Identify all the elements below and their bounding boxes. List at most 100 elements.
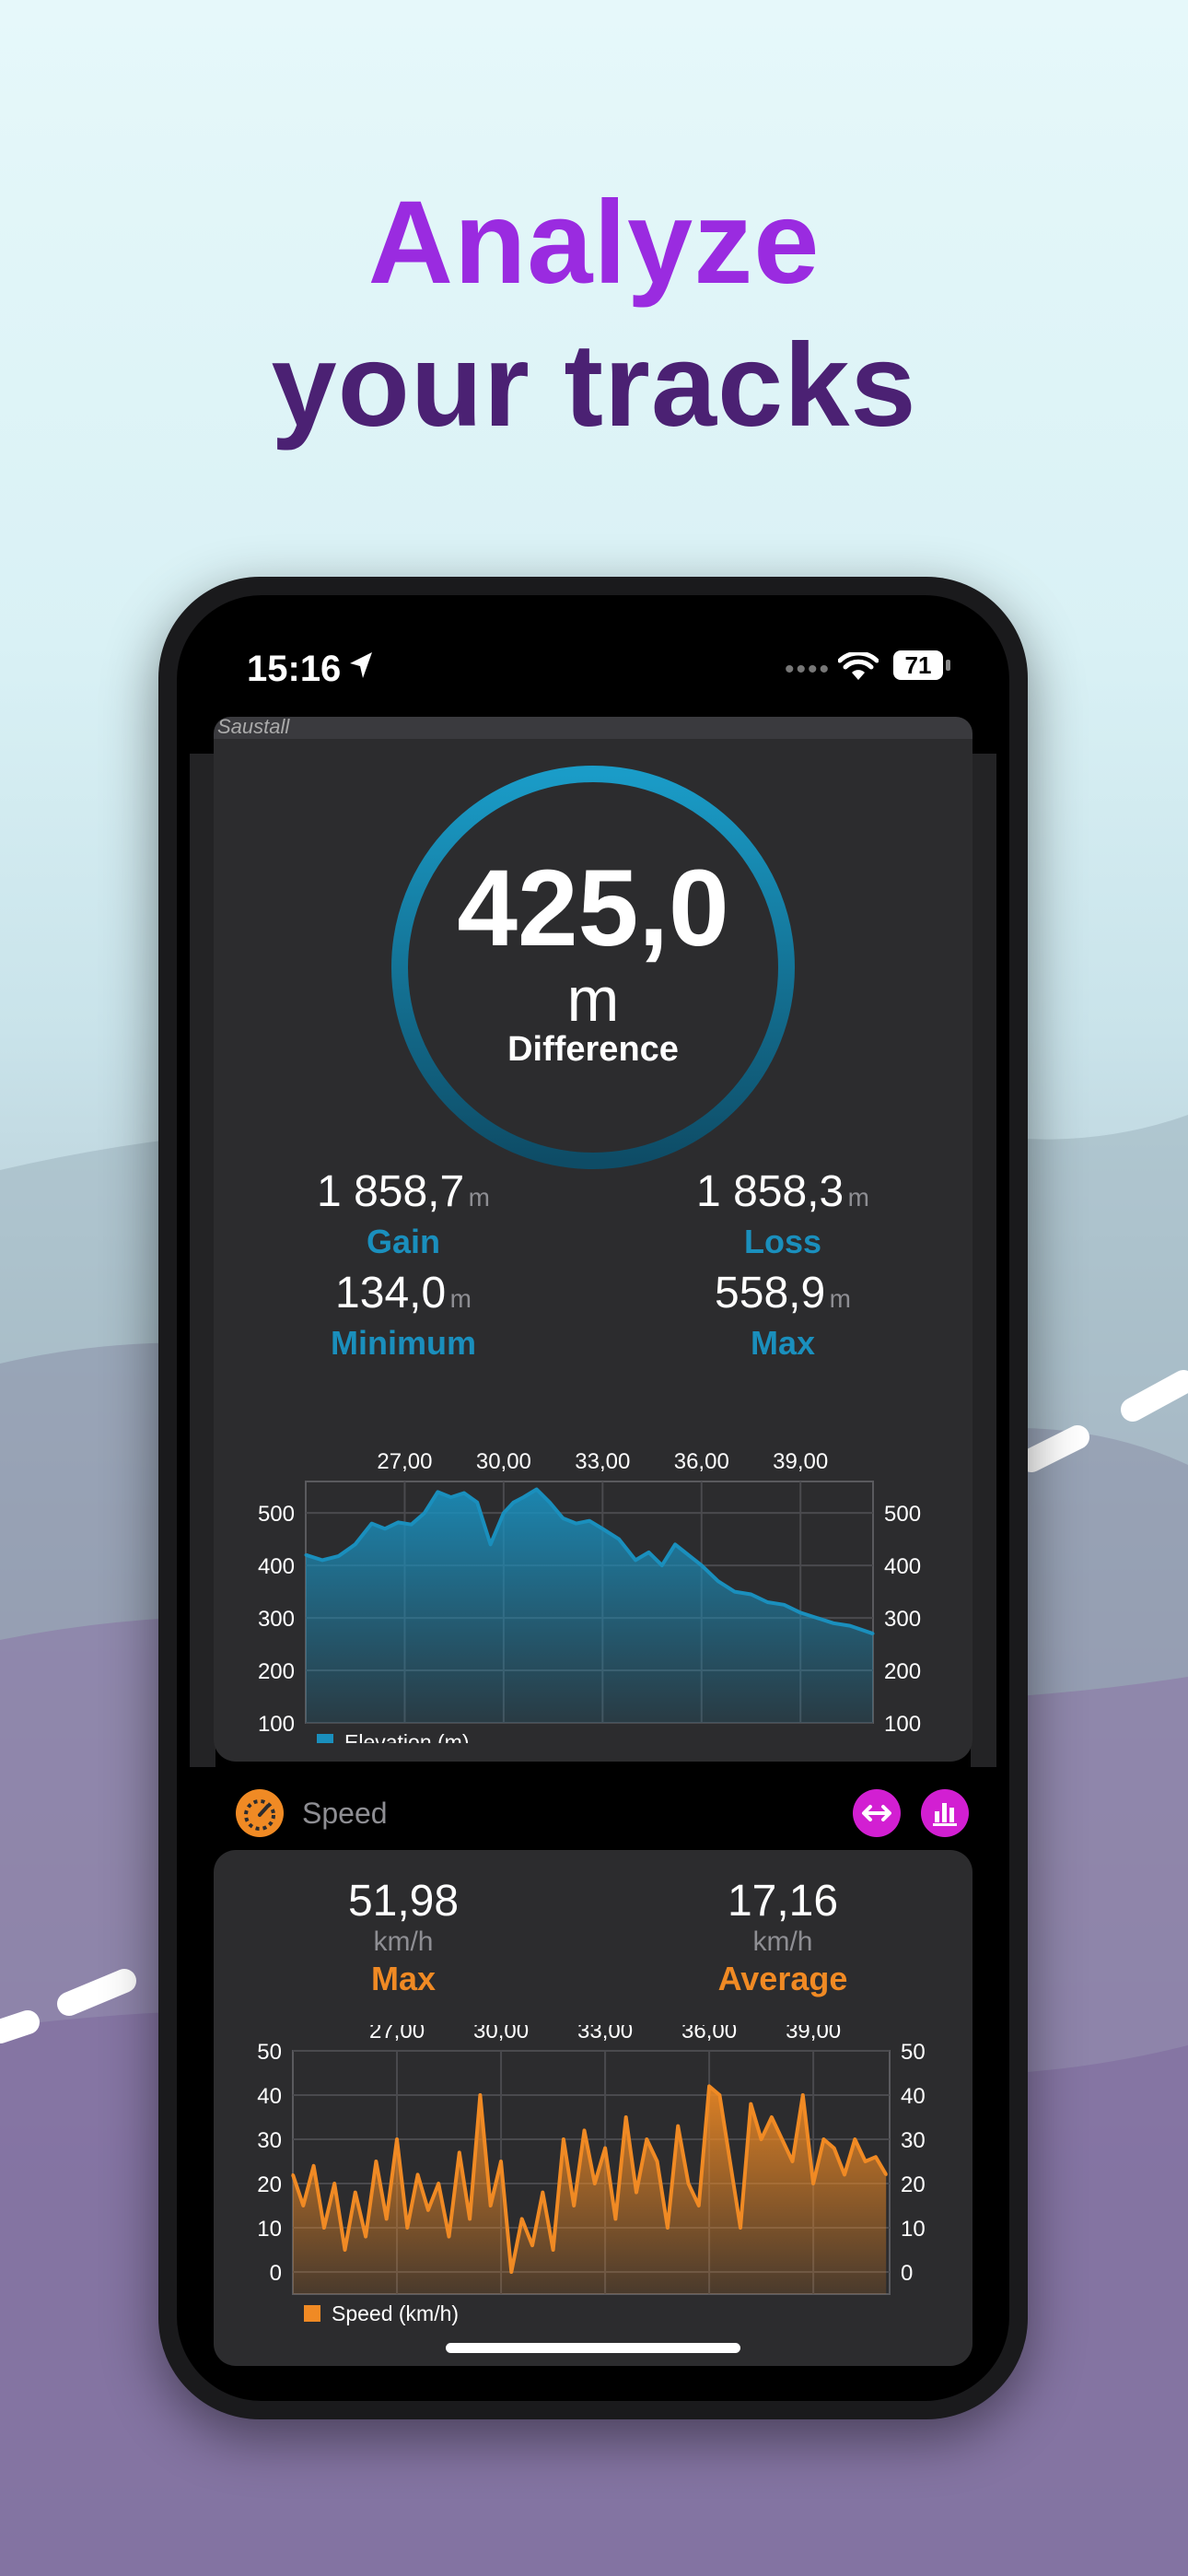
y-tick-label-left: 30 (257, 2128, 282, 2153)
data-point (853, 2137, 856, 2141)
data-point (301, 2204, 305, 2207)
data-point (821, 2137, 825, 2141)
data-point (395, 2137, 399, 2141)
loss-value: 1 858,3 (696, 1167, 844, 1216)
data-point (396, 1520, 400, 1524)
data-point (697, 2204, 701, 2207)
y-tick-label-left: 400 (258, 1554, 295, 1579)
data-point (291, 2172, 295, 2176)
data-point (436, 1490, 439, 1493)
data-point (374, 2160, 378, 2163)
data-point (582, 2128, 586, 2132)
speed-max-label: Max (370, 1960, 437, 1997)
difference-unit: m (566, 965, 620, 1035)
minimum-unit: m (449, 1284, 472, 1313)
data-point (811, 2182, 815, 2185)
status-bar: 15:16 •••• 71 (177, 595, 1009, 706)
data-point (874, 2155, 878, 2159)
phone-screen: 15:16 •••• 71 Saustall 425,0 m Differenc… (177, 595, 1009, 2401)
data-point (801, 2093, 805, 2097)
expand-horizontal-button[interactable] (853, 1789, 901, 1837)
data-point (575, 1522, 578, 1526)
data-point (509, 2270, 513, 2274)
max-stat: 558,9 m Max (593, 1268, 973, 1363)
y-tick-label-left: 100 (258, 1712, 295, 1737)
legend-swatch (317, 1734, 333, 1743)
max-value: 558,9 (715, 1269, 826, 1317)
y-tick-label-left: 10 (257, 2217, 282, 2242)
data-point (423, 1511, 426, 1515)
data-point (548, 1501, 552, 1505)
data-point (760, 2137, 763, 2141)
data-point (370, 1522, 374, 1526)
x-tick-label: 33,00 (575, 1449, 630, 1474)
data-point (843, 2172, 846, 2176)
data-point (848, 1624, 852, 1628)
y-tick-label-left: 200 (258, 1659, 295, 1684)
x-tick-label: 39,00 (786, 2025, 841, 2043)
card-stack-shadow (971, 754, 996, 1767)
signal-dots: •••• (785, 654, 832, 685)
data-point (686, 2182, 690, 2185)
battery-tip (946, 660, 950, 671)
legend-label: Speed (km/h) (332, 2301, 459, 2325)
data-point (656, 2160, 659, 2163)
data-point (478, 2093, 482, 2097)
difference-value: 425,0 (457, 848, 729, 969)
max-unit: m (829, 1284, 851, 1313)
data-point (405, 2226, 409, 2230)
data-point (385, 2217, 389, 2220)
data-point (304, 1553, 308, 1557)
y-tick-label-right: 100 (884, 1712, 921, 1737)
data-point (344, 2248, 347, 2252)
legend-label: Elevation (m) (344, 1730, 469, 1743)
y-tick-label-left: 300 (258, 1607, 295, 1632)
data-point (468, 2217, 472, 2220)
phone-frame: 15:16 •••• 71 Saustall 425,0 m Differenc… (158, 577, 1028, 2419)
speed-section-header: Speed (214, 1776, 973, 1850)
status-time: 15:16 (247, 649, 342, 689)
speed-max-stat: 51,98 km/h Max (214, 1876, 593, 1998)
max-label: Max (750, 1324, 816, 1362)
data-point (458, 2150, 461, 2154)
difference-label: Difference (507, 1030, 679, 1069)
data-point (332, 2182, 336, 2185)
data-point (673, 1542, 677, 1546)
map-preview[interactable]: Saustall (214, 715, 973, 739)
data-point (676, 2125, 680, 2128)
data-point (562, 2137, 565, 2141)
data-point (593, 2182, 597, 2185)
bar-chart-button[interactable] (921, 1789, 969, 1837)
y-tick-label-left: 0 (270, 2261, 282, 2286)
home-indicator[interactable] (446, 2343, 740, 2353)
data-point (728, 2160, 732, 2163)
speed-average-label: Average (717, 1960, 848, 1997)
data-point (320, 1558, 324, 1562)
data-point (312, 2164, 316, 2168)
data-point (635, 2191, 638, 2195)
gain-unit: m (468, 1183, 490, 1212)
y-tick-label-right: 200 (884, 1659, 921, 1684)
data-point (815, 1616, 819, 1620)
expand-horizontal-icon (862, 1805, 891, 1821)
data-point (666, 2226, 670, 2230)
data-point (499, 2160, 503, 2163)
gain-stat: 1 858,7 m Gain (214, 1166, 593, 1261)
minimum-stat: 134,0 m Minimum (214, 1268, 593, 1363)
gain-label: Gain (366, 1223, 440, 1260)
headline-subtitle: your tracks (271, 320, 917, 451)
speed-card: 51,98 km/h Max 17,16 km/h Average 50 50 40… (214, 1850, 973, 2366)
data-point (512, 1501, 516, 1505)
elevation-chart[interactable]: 500 500 400 400 300 300 200 200 100 100 27,00 30,00… (214, 1421, 973, 1743)
data-point (700, 1563, 704, 1567)
minimum-label: Minimum (331, 1324, 476, 1362)
data-point (410, 1523, 413, 1527)
speed-chart[interactable]: 50 50 40 40 30 30 20 20 10 10 0 0 27,00 30,00 33,00 36,… (214, 2025, 973, 2357)
loss-unit: m (847, 1183, 869, 1212)
y-tick-label-left: 40 (257, 2084, 282, 2109)
x-tick-label: 30,00 (476, 1449, 531, 1474)
data-point (749, 1592, 752, 1596)
data-point (617, 1538, 621, 1541)
data-point (354, 1542, 357, 1546)
data-point (502, 1511, 506, 1515)
